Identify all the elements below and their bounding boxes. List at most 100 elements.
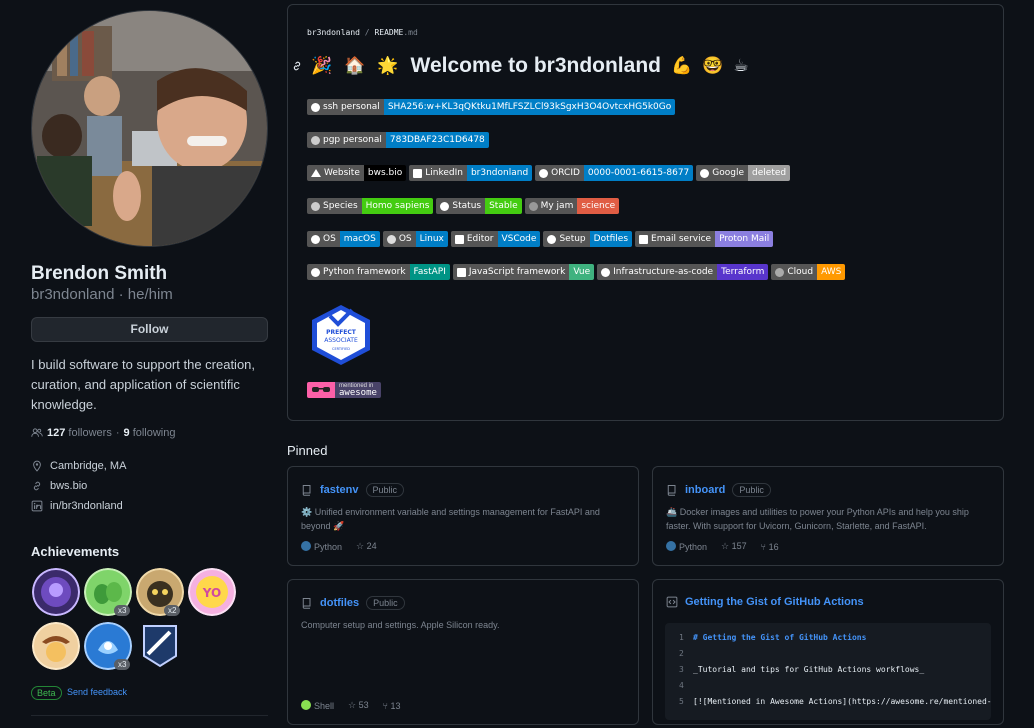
jam-badge-label: My jam bbox=[540, 201, 574, 211]
jam-badge[interactable]: My jam science bbox=[524, 198, 620, 214]
badge-row-pgp: pgp personal 783DBAF23C1D6478 bbox=[307, 132, 489, 148]
code-line: # Getting the Gist of GitHub Actions bbox=[693, 633, 867, 642]
awesome-big-text: awesome bbox=[339, 388, 377, 398]
line-number: 2 bbox=[679, 649, 684, 658]
linux-icon bbox=[386, 234, 396, 244]
cloud-badge[interactable]: Cloud AWS bbox=[771, 264, 846, 280]
google-badge[interactable]: Google deleted bbox=[696, 165, 791, 181]
repo-language-name: Python bbox=[679, 542, 708, 552]
people-icon bbox=[31, 428, 43, 437]
yolo-badge-icon[interactable]: YO bbox=[188, 568, 236, 616]
pinned-repo-card: dotfiles Public Computer setup and setti… bbox=[287, 579, 639, 725]
follow-button[interactable]: Follow bbox=[31, 317, 268, 342]
linux-badge-value: Linux bbox=[415, 231, 448, 247]
vscode-icon bbox=[454, 234, 464, 244]
muscle-emoji: 💪 bbox=[670, 56, 693, 75]
macos-badge-value: macOS bbox=[339, 231, 380, 247]
linkedin-link[interactable]: in/br3ndonland bbox=[50, 500, 123, 512]
iac-badge-value: Terraform bbox=[717, 264, 769, 280]
visibility-badge: Public bbox=[366, 596, 405, 610]
editor-badge[interactable]: Editor VSCode bbox=[450, 231, 541, 247]
iac-badge[interactable]: Infrastructure-as-code Terraform bbox=[597, 264, 769, 280]
linkedin-icon bbox=[31, 500, 43, 512]
code-square-icon bbox=[666, 596, 678, 608]
followers-link[interactable]: 127 followers bbox=[47, 427, 112, 439]
following-link[interactable]: 9 following bbox=[124, 427, 176, 439]
repo-name-link[interactable]: dotfiles bbox=[320, 597, 359, 609]
macos-badge-label: OS bbox=[323, 234, 336, 244]
coffee-emoji: ☕ bbox=[733, 56, 749, 75]
heading-text: Welcome to br3ndonland bbox=[410, 54, 661, 77]
svg-text:YO: YO bbox=[202, 586, 221, 600]
repo-stars-link[interactable]: ☆ 53 bbox=[348, 700, 369, 711]
location-text: Cambridge, MA bbox=[50, 460, 127, 472]
repo-forks-link[interactable]: ⑂ 13 bbox=[383, 701, 401, 711]
javascript-badge-value: Vue bbox=[569, 264, 595, 280]
repo-header: dotfiles Public bbox=[301, 596, 405, 610]
website-link[interactable]: bws.bio bbox=[50, 480, 87, 492]
galaxy-brain-badge-icon[interactable] bbox=[32, 568, 80, 616]
star-icon: ☆ bbox=[348, 700, 357, 710]
beta-label: Beta bbox=[31, 686, 62, 700]
editor-badge-label: Editor bbox=[466, 234, 494, 244]
website-badge-value: bws.bio bbox=[363, 165, 407, 181]
ssh-badge[interactable]: ssh personal SHA256:w+KL3qQKtku1MfLFSZLCl… bbox=[307, 99, 676, 115]
quickdraw-badge-icon[interactable] bbox=[32, 622, 80, 670]
gist-title-link[interactable]: Getting the Gist of GitHub Actions bbox=[685, 596, 864, 608]
profile-bio: I build software to support the creation… bbox=[31, 357, 256, 412]
setup-badge[interactable]: Setup Dotfiles bbox=[543, 231, 633, 247]
key-icon bbox=[311, 102, 320, 112]
repo-name-link[interactable]: inboard bbox=[685, 484, 725, 496]
google-badge-label: Google bbox=[712, 168, 745, 178]
python-badge-label: Python framework bbox=[323, 267, 406, 277]
readme-file-ext: .md bbox=[403, 28, 418, 37]
repo-name-link[interactable]: fastenv bbox=[320, 484, 359, 496]
language-color-dot bbox=[666, 541, 676, 551]
website-badge[interactable]: Website bws.bio bbox=[307, 165, 407, 181]
achievements-title: Achievements bbox=[31, 544, 120, 559]
username: br3ndonland bbox=[31, 286, 115, 303]
avatar[interactable] bbox=[31, 10, 268, 247]
arctic-code-vault-badge-icon[interactable] bbox=[140, 624, 180, 668]
repo-forks-link[interactable]: ⑂ 16 bbox=[761, 542, 779, 552]
repo-stars-count: 24 bbox=[366, 541, 377, 551]
macos-badge[interactable]: OS macOS bbox=[307, 231, 380, 247]
linkedin-row[interactable]: in/br3ndonland bbox=[31, 500, 123, 512]
location-icon bbox=[33, 460, 41, 472]
python-badge[interactable]: Python framework FastAPI bbox=[307, 264, 450, 280]
star-emoji: 🌟 bbox=[377, 56, 399, 75]
send-feedback-link[interactable]: Send feedback bbox=[67, 687, 127, 697]
javascript-badge[interactable]: JavaScript framework Vue bbox=[452, 264, 595, 280]
repo-description-text: Unified environment variable and setting… bbox=[301, 507, 600, 531]
linux-badge[interactable]: OS Linux bbox=[382, 231, 448, 247]
language-color-dot bbox=[301, 700, 311, 710]
status-badge[interactable]: Status Stable bbox=[436, 198, 522, 214]
terraform-icon bbox=[601, 267, 611, 277]
status-badge-label: Status bbox=[452, 201, 482, 211]
readme-card: br3ndonland / README.md 🎉 🏠 🌟 Welcome to… bbox=[287, 4, 1004, 421]
setup-badge-value: Dotfiles bbox=[589, 231, 633, 247]
website-row[interactable]: bws.bio bbox=[31, 480, 87, 492]
repo-description: 🚢 Docker images and utilities to power y… bbox=[666, 507, 969, 531]
repo-stars-link[interactable]: ☆ 157 bbox=[721, 541, 747, 552]
readme-file-link[interactable]: README.md bbox=[374, 28, 417, 37]
email-badge-label: Email service bbox=[651, 234, 712, 244]
orcid-badge[interactable]: ORCID 0000-0001-6615-8677 bbox=[535, 165, 694, 181]
repo-icon bbox=[302, 598, 311, 609]
repo-forks-count: 16 bbox=[768, 541, 779, 552]
pronouns: he/him bbox=[127, 286, 173, 303]
settings-icon: ⚙️ bbox=[301, 507, 315, 517]
anchor-link-icon[interactable] bbox=[291, 60, 303, 72]
linkedin-badge[interactable]: LinkedIn br3ndonland bbox=[409, 165, 533, 181]
repo-stars-link[interactable]: ☆ 24 bbox=[356, 541, 377, 552]
house-emoji: 🏠 bbox=[344, 56, 366, 75]
prefect-certification-badge[interactable]: PREFECT ASSOCIATE CERTIFIED bbox=[308, 304, 374, 366]
email-badge[interactable]: Email service Proton Mail bbox=[635, 231, 774, 247]
repo-description: ⚙️ Unified environment variable and sett… bbox=[301, 505, 621, 533]
line-number: 4 bbox=[679, 681, 684, 690]
species-badge[interactable]: Species Homo sapiens bbox=[307, 198, 434, 214]
mentioned-in-awesome-badge[interactable]: mentioned in awesome bbox=[307, 382, 381, 398]
readme-owner-link[interactable]: br3ndonland bbox=[307, 28, 360, 37]
pinned-repo-card: fastenv Public ⚙️ Unified environment va… bbox=[287, 466, 639, 566]
pgp-badge[interactable]: pgp personal 783DBAF23C1D6478 bbox=[307, 132, 489, 148]
